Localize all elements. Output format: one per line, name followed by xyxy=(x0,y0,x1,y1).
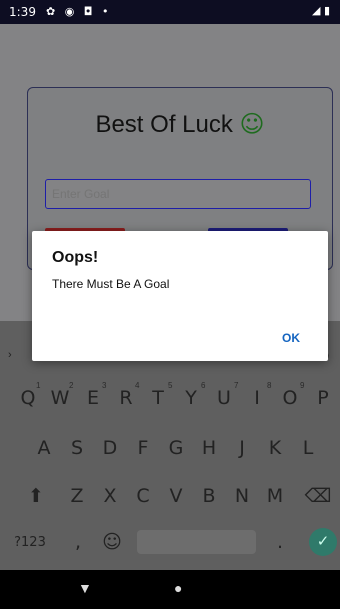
key-a[interactable]: A xyxy=(30,437,58,459)
suggestions-arrow-icon[interactable]: › xyxy=(8,349,12,361)
key-e[interactable]: E xyxy=(79,387,107,409)
key-b[interactable]: B xyxy=(195,485,223,507)
title-text: Best Of Luck xyxy=(95,111,233,138)
key-r[interactable]: R xyxy=(112,387,140,409)
page-title: Best Of Luck ☺ xyxy=(28,110,332,139)
navigation-bar: ▼ ● xyxy=(0,570,340,609)
back-icon[interactable]: ▼ xyxy=(78,580,92,596)
shift-icon[interactable]: ⬆ xyxy=(22,485,50,507)
key-l[interactable]: L xyxy=(294,437,322,459)
key-j[interactable]: J xyxy=(228,437,256,459)
key-u[interactable]: U xyxy=(210,387,238,409)
dialog-title: Oops! xyxy=(52,249,99,266)
key-hint-7: 7 xyxy=(234,381,239,390)
key-k[interactable]: K xyxy=(261,437,289,459)
notification-icons: ✿ ◉ ◘ • xyxy=(46,5,112,18)
alert-dialog: Oops! There Must Be A Goal OK xyxy=(32,231,328,361)
key-hint-6: 6 xyxy=(201,381,206,390)
smile-icon: ☺ xyxy=(239,110,265,138)
key-n[interactable]: N xyxy=(228,485,256,507)
spacebar[interactable] xyxy=(137,530,256,554)
emoji-icon[interactable]: ☺ xyxy=(98,531,126,553)
key-h[interactable]: H xyxy=(195,437,223,459)
dialog-message: There Must Be A Goal xyxy=(52,277,170,291)
key-w[interactable]: W xyxy=(46,387,74,409)
key-p[interactable]: P xyxy=(309,387,337,409)
symbols-key[interactable]: ?123 xyxy=(8,535,52,550)
goal-input[interactable] xyxy=(45,179,311,209)
comma-key[interactable]: , xyxy=(64,531,92,553)
key-y[interactable]: Y xyxy=(177,387,205,409)
signal-battery-icon: ◢ ▮ xyxy=(311,4,330,17)
key-hint-5: 5 xyxy=(168,381,173,390)
key-c[interactable]: C xyxy=(129,485,157,507)
key-g[interactable]: G xyxy=(162,437,190,459)
key-hint-3: 3 xyxy=(102,381,107,390)
home-icon[interactable]: ● xyxy=(174,580,182,596)
status-bar: 1:39 ✿ ◉ ◘ • ◢ ▮ xyxy=(0,0,340,24)
key-hint-2: 2 xyxy=(69,381,74,390)
key-q[interactable]: Q xyxy=(14,387,42,409)
key-x[interactable]: X xyxy=(96,485,124,507)
enter-check-icon[interactable]: ✓ xyxy=(309,528,337,556)
key-f[interactable]: F xyxy=(129,437,157,459)
key-i[interactable]: I xyxy=(243,387,271,409)
ok-button[interactable]: OK xyxy=(282,331,300,345)
status-time: 1:39 xyxy=(9,5,36,19)
key-hint-4: 4 xyxy=(135,381,140,390)
backspace-icon[interactable]: ⌫ xyxy=(304,485,332,507)
key-hint-1: 1 xyxy=(36,381,41,390)
key-v[interactable]: V xyxy=(162,485,190,507)
key-d[interactable]: D xyxy=(96,437,124,459)
key-t[interactable]: T xyxy=(144,387,172,409)
key-m[interactable]: M xyxy=(261,485,289,507)
key-s[interactable]: S xyxy=(63,437,91,459)
key-z[interactable]: Z xyxy=(63,485,91,507)
period-key[interactable]: . xyxy=(266,531,294,553)
key-hint-8: 8 xyxy=(267,381,272,390)
key-o[interactable]: O xyxy=(276,387,304,409)
key-hint-9: 9 xyxy=(300,381,305,390)
